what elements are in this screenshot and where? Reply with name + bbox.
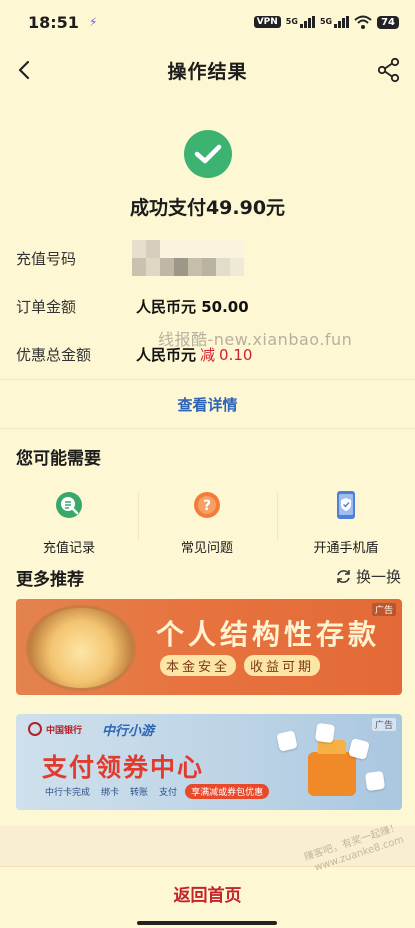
order-amount-value: 人民币元 50.00 xyxy=(136,297,249,316)
bank-name: 中国银行 xyxy=(46,725,83,736)
refresh-icon xyxy=(337,570,350,583)
quick-item-label: 常见问题 xyxy=(180,541,233,556)
banner-subtitle: 本金安全 收益可期 xyxy=(160,655,321,676)
banner-title: 支付领券中心 xyxy=(42,753,205,782)
bottom-bar: 返回首页 xyxy=(0,866,415,928)
card-icon xyxy=(276,730,298,752)
success-check-icon xyxy=(184,130,232,178)
recharge-number-label: 充值号码 xyxy=(16,249,77,268)
quick-item-faq[interactable]: ? 常见问题 xyxy=(138,490,276,556)
section-title-more: 更多推荐 xyxy=(16,570,84,590)
recharge-number-row: 充值号码 xyxy=(16,240,399,276)
bank-logo-icon xyxy=(28,722,42,736)
nav-bar: 操作结果 xyxy=(0,48,415,92)
status-time: 18:51 xyxy=(28,12,79,32)
banner-tag: 中行卡完成 xyxy=(45,788,91,798)
discount-label: 优惠总金额 xyxy=(16,345,92,364)
divider xyxy=(0,428,415,429)
banner-structured-deposit[interactable]: 个人结构性存款 本金安全 收益可期 广告 xyxy=(16,599,402,695)
brand-logo: 中行小游 xyxy=(102,724,155,739)
quick-item-label: 充值记录 xyxy=(42,541,95,556)
masked-phone-number xyxy=(132,240,244,276)
phone-shield-icon xyxy=(337,491,355,519)
banner-tag: 收益可期 xyxy=(244,655,321,676)
gift-box-icon xyxy=(308,740,356,796)
banner-tags: 中行卡完成 绑卡 转账 支付 享满减或券包优惠 xyxy=(42,784,270,799)
section-title-maybe-need: 您可能需要 xyxy=(16,449,101,469)
swap-label: 换一换 xyxy=(355,568,401,586)
network-label-1: 5G xyxy=(285,17,298,26)
payment-result-message: 成功支付49.90元 xyxy=(129,197,286,219)
banner-tag: 本金安全 xyxy=(160,655,237,676)
page-title: 操作结果 xyxy=(167,61,248,83)
notification-icon: ⚡ xyxy=(88,15,98,29)
quick-item-phone-shield[interactable]: 开通手机盾 xyxy=(277,490,415,556)
signal-icon xyxy=(299,16,315,28)
view-details-link[interactable]: 查看详情 xyxy=(0,394,415,415)
banner-coupon-center[interactable]: 中国银行 中行小游 支付领券中心 中行卡完成 绑卡 转账 支付 享满减或券包优惠… xyxy=(16,714,402,810)
discount-row: 优惠总金额 人民币元减 0.10 xyxy=(16,341,399,367)
question-icon: ? xyxy=(194,492,220,518)
order-amount-label: 订单金额 xyxy=(16,297,77,316)
card-icon xyxy=(314,722,336,744)
ad-tag: 广告 xyxy=(371,603,396,616)
banner-tag: 绑卡 xyxy=(101,788,120,798)
discount-value: 人民币元减 0.10 xyxy=(136,344,252,365)
order-amount-row: 订单金额 人民币元 50.00 xyxy=(16,293,399,319)
discount-word: 减 xyxy=(200,345,216,364)
status-indicators: VPN 5G 5G 74 xyxy=(253,15,399,29)
network-label-2: 5G xyxy=(319,17,333,26)
record-icon xyxy=(56,492,82,518)
bank-logo: 中国银行 xyxy=(28,722,82,736)
quick-item-label: 开通手机盾 xyxy=(313,541,379,556)
banner-tag: 转账 xyxy=(130,788,149,798)
discount-amount: 0.10 xyxy=(219,345,253,364)
battery-icon: 74 xyxy=(377,15,399,29)
discount-currency: 人民币元 xyxy=(136,345,197,364)
ad-tag: 广告 xyxy=(371,718,396,731)
status-bar: 18:51 ⚡ VPN 5G 5G 74 xyxy=(0,0,415,44)
swap-button[interactable]: 换一换 xyxy=(335,566,401,587)
banner-tag: 支付 xyxy=(159,788,178,798)
signal-icon xyxy=(334,16,350,28)
banner-pill: 享满减或券包优惠 xyxy=(185,784,270,799)
card-icon xyxy=(364,770,386,792)
wifi-icon xyxy=(354,15,372,29)
vpn-badge: VPN xyxy=(253,16,281,28)
quick-item-recharge-record[interactable]: 充值记录 xyxy=(0,490,138,556)
share-icon[interactable] xyxy=(375,56,403,84)
home-indicator[interactable] xyxy=(137,921,277,925)
landscape-illustration xyxy=(26,605,136,691)
svg-text:?: ? xyxy=(203,498,211,514)
banner-title: 个人结构性存款 xyxy=(156,618,381,651)
return-home-button[interactable]: 返回首页 xyxy=(0,881,415,906)
divider xyxy=(0,379,415,380)
